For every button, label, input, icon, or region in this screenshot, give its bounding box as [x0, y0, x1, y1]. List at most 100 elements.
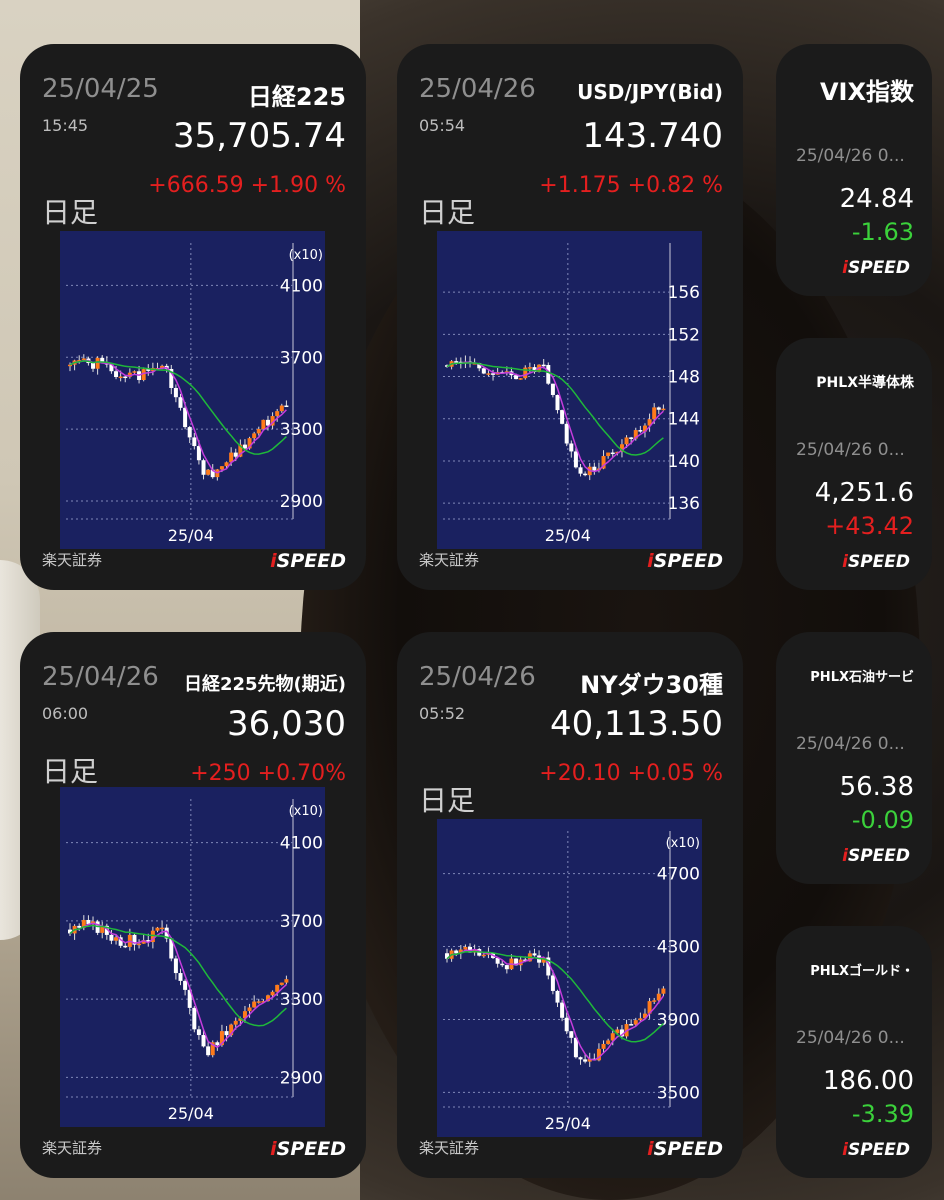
candle-body	[560, 1002, 565, 1018]
y-tick-label: 140	[668, 452, 700, 472]
candle-body	[201, 1035, 206, 1047]
provider-label: 楽天証券	[419, 1139, 480, 1157]
provider-label: 楽天証券	[42, 551, 103, 569]
y-tick-label: 3700	[280, 912, 323, 932]
candle-body	[555, 394, 560, 411]
widget-time: 06:00	[42, 704, 89, 723]
candle-body	[583, 1059, 588, 1062]
widget-date: 25/04/26	[419, 662, 536, 692]
candle-body	[233, 452, 238, 457]
candle-body	[573, 451, 578, 468]
candle-body	[196, 1029, 201, 1036]
candle-body	[81, 358, 86, 361]
candle-body	[481, 368, 486, 374]
moving-average-short	[446, 948, 665, 1061]
chart-plot: 4100 3700 3300 2900 (x10) 25/04	[66, 799, 323, 1123]
widget-nydow[interactable]: 25/04/26 05:52 NYダウ30種 40,113.50 +20.10 …	[397, 632, 743, 1178]
widget-phlx-gold[interactable]: PHLXゴールド・ 25/04/26 0... 186.00 -3.39 iSP…	[776, 926, 932, 1178]
candle-body	[527, 367, 532, 369]
candle-body	[68, 364, 72, 367]
moving-average-short	[69, 359, 287, 474]
y-tick-label: 152	[668, 325, 700, 345]
widget-change: -3.39	[851, 1100, 914, 1128]
candle-body	[224, 462, 229, 467]
widget-change: +43.42	[825, 512, 914, 540]
candle-body	[261, 419, 266, 430]
candle-body	[633, 1020, 638, 1025]
candlestick-chart[interactable]: 4700 4300 3900 3500 (x10) 25/04	[437, 819, 702, 1137]
candle-body	[95, 357, 100, 369]
candle-body	[629, 437, 634, 439]
candle-body	[541, 364, 546, 367]
candle-body	[206, 469, 211, 475]
candle-body	[252, 433, 257, 439]
widget-price: 40,113.50	[549, 704, 723, 744]
candle-body	[247, 1007, 252, 1012]
candle-body	[224, 1031, 229, 1036]
widget-change: -1.63	[851, 218, 914, 246]
candlestick-chart[interactable]: 156 152 148 144 140 136 25/04	[437, 231, 702, 549]
candlestick-chart[interactable]: 4100 3700 3300 2900 (x10) 25/04	[60, 787, 325, 1127]
y-tick-label: 4100	[280, 276, 323, 296]
chart-plot: 4700 4300 3900 3500 (x10) 25/04	[443, 831, 700, 1133]
candle-body	[652, 1000, 657, 1002]
widget-price: 56.38	[839, 772, 914, 802]
y-tick-label: 3900	[657, 1010, 700, 1030]
candle-body	[569, 443, 574, 452]
candle-body	[661, 988, 666, 994]
y-tick-label: 4300	[657, 938, 700, 958]
y-scale-note: (x10)	[289, 248, 323, 263]
candle-body	[284, 405, 289, 408]
provider-label: 楽天証券	[419, 551, 480, 569]
candle-body	[160, 927, 165, 930]
candle-body	[550, 383, 555, 395]
widget-change: +20.10 +0.05 %	[539, 761, 723, 786]
candle-body	[114, 371, 119, 378]
y-tick-label: 3300	[280, 990, 323, 1010]
candle-body	[532, 953, 537, 956]
y-tick-label: 148	[668, 368, 700, 388]
ispeed-logo: iSPEED	[270, 1138, 346, 1160]
y-tick-label: 3700	[280, 348, 323, 368]
candle-body	[504, 965, 509, 970]
candle-body	[610, 452, 615, 455]
candle-body	[279, 982, 284, 985]
candle-body	[279, 405, 284, 412]
y-tick-label: 2900	[280, 492, 323, 512]
widget-price: 24.84	[839, 184, 914, 214]
candle-body	[178, 973, 183, 981]
widget-phlx-oil-service[interactable]: PHLX石油サービ 25/04/26 0... 56.38 -0.09 iSPE…	[776, 632, 932, 884]
candle-body	[486, 373, 491, 375]
widget-time: 15:45	[42, 116, 89, 135]
widget-time: 05:52	[419, 704, 466, 723]
widget-nikkei225[interactable]: 25/04/25 15:45 日経225 35,705.74 +666.59 +…	[20, 44, 366, 590]
widget-date: 25/04/26 0...	[796, 440, 905, 460]
widget-usdjpy[interactable]: 25/04/26 05:54 USD/JPY(Bid) 143.740 +1.1…	[397, 44, 743, 590]
ispeed-logo: iSPEED	[647, 1138, 723, 1160]
y-tick-label: 3500	[657, 1083, 700, 1103]
widget-title: VIX指数	[819, 78, 914, 106]
widget-period: 日足	[419, 784, 476, 817]
candle-body	[454, 950, 459, 954]
y-tick-label: 144	[668, 410, 700, 430]
widget-vix[interactable]: VIX指数 25/04/26 0... 24.84 -1.63 iSPEED	[776, 44, 932, 296]
candle-body	[91, 363, 96, 369]
candle-body	[252, 1001, 257, 1008]
candle-body	[233, 1020, 238, 1025]
candle-body	[638, 430, 643, 432]
candlestick-chart[interactable]: 4100 3700 3300 2900 (x10) 25/04	[60, 231, 325, 549]
candle-body	[123, 376, 128, 379]
widget-date: 25/04/26 0...	[796, 146, 905, 166]
candle-body	[592, 466, 597, 471]
candle-body	[518, 378, 523, 380]
candle-body	[652, 407, 657, 420]
widget-phlx-semiconductor[interactable]: PHLX半導体株 25/04/26 0... 4,251.6 +43.42 iS…	[776, 338, 932, 590]
ispeed-logo: iSPEED	[842, 258, 910, 278]
x-tick-label: 25/04	[168, 1104, 214, 1123]
candle-body	[560, 410, 565, 424]
candle-body	[578, 467, 583, 474]
widget-nikkei-futures[interactable]: 25/04/26 06:00 日経225先物(期近) 36,030 +250 +…	[20, 632, 366, 1178]
chart-plot: 156 152 148 144 140 136 25/04	[443, 243, 700, 545]
widget-change: +250 +0.70%	[190, 761, 346, 786]
candle-body	[256, 1001, 261, 1003]
